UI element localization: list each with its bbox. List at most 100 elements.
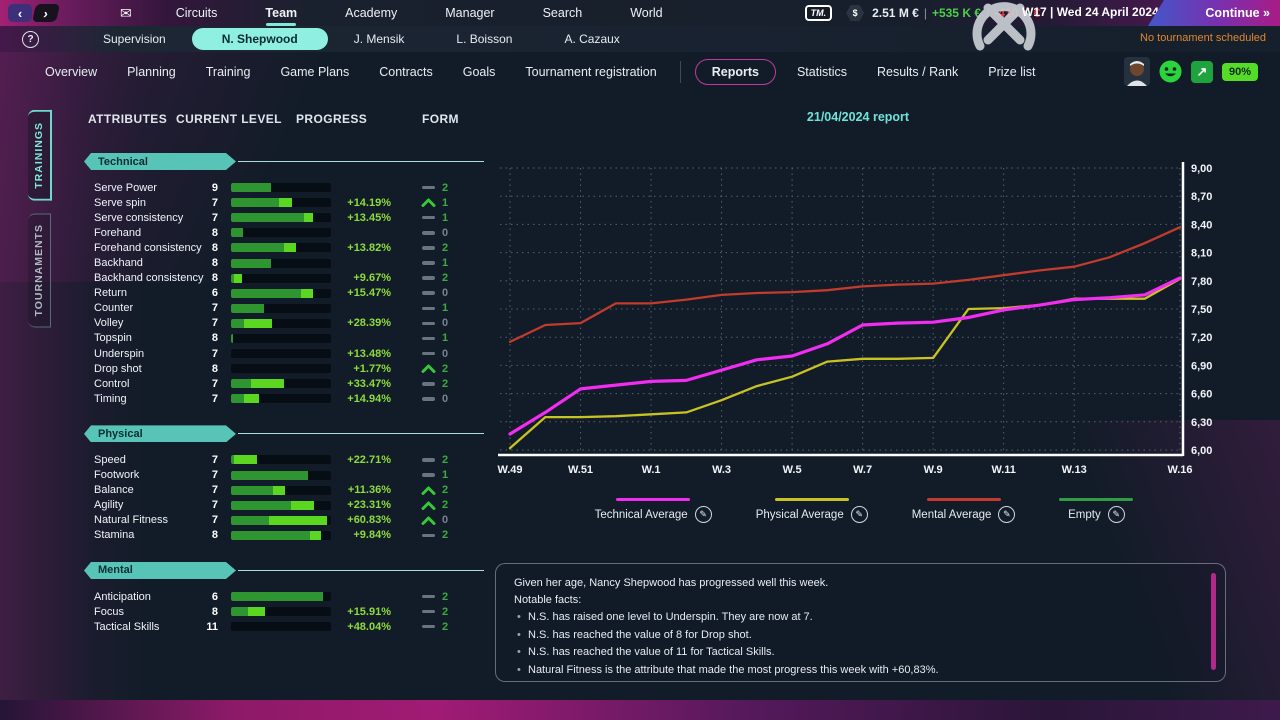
svg-text:W.1: W.1: [642, 464, 661, 476]
section-title: Mental: [84, 562, 236, 579]
attribute-level-bar: [231, 289, 331, 298]
menu-item-circuits[interactable]: Circuits: [152, 2, 242, 24]
trend-up-icon: [419, 501, 437, 510]
tab-contracts[interactable]: Contracts: [364, 59, 448, 85]
player-tab-a-cazaux[interactable]: A. Cazaux: [538, 29, 645, 49]
edit-icon[interactable]: ✎: [1108, 506, 1125, 523]
report-title: 21/04/2024 report: [488, 110, 1228, 124]
section-banner-technical: Technical: [84, 153, 484, 170]
legend-swatch: [616, 498, 690, 501]
legend-item-technical-average: Technical Average✎: [595, 498, 712, 523]
player-tabs: SupervisionN. ShepwoodJ. MensikL. Boisso…: [77, 28, 646, 50]
attribute-value: 8: [196, 529, 218, 541]
side-tab-tournaments[interactable]: TOURNAMENTS: [28, 213, 51, 327]
attribute-level-bar: [231, 394, 331, 403]
attributes-subtab-form[interactable]: FORM: [422, 112, 459, 126]
side-tab-trainings[interactable]: TRAININGS: [28, 110, 52, 201]
attributes-subtab-progress[interactable]: PROGRESS: [296, 112, 367, 126]
tab-goals[interactable]: Goals: [448, 59, 511, 85]
continue-button[interactable]: Continue »: [1148, 0, 1280, 26]
attributes-subtab-attributes[interactable]: ATTRIBUTES: [88, 112, 167, 126]
attribute-level-bar: [231, 334, 331, 343]
report-scrollbar[interactable]: [1211, 573, 1216, 670]
tab-planning[interactable]: Planning: [112, 59, 191, 85]
trend-flat-icon: [419, 291, 437, 295]
attribute-row-balance: Balance7+11.36%2: [84, 483, 484, 498]
attribute-label: Forehand: [84, 227, 196, 239]
tab-overview[interactable]: Overview: [30, 59, 112, 85]
back-button[interactable]: ‹: [8, 4, 32, 22]
tab-game-plans[interactable]: Game Plans: [265, 59, 364, 85]
mail-icon[interactable]: ✉: [120, 5, 132, 22]
help-icon[interactable]: ?: [22, 31, 39, 48]
player-tab-n-shepwood[interactable]: N. Shepwood: [192, 28, 328, 50]
edit-icon[interactable]: ✎: [851, 506, 868, 523]
legend-swatch: [1059, 498, 1133, 501]
bar-fill-gain: [234, 455, 257, 464]
trend-flat-icon: [419, 352, 437, 356]
attribute-form-count: 2: [442, 182, 458, 194]
trend-flat-icon: [419, 595, 437, 599]
bar-fill-base: [231, 607, 248, 616]
forward-button[interactable]: ›: [32, 4, 60, 22]
menu-item-team[interactable]: Team: [241, 2, 321, 24]
menu-item-academy[interactable]: Academy: [321, 2, 421, 24]
attribute-label: Drop shot: [84, 363, 196, 375]
progress-chart-svg: 9,008,708,408,107,807,507,206,906,606,30…: [488, 100, 1248, 480]
menu-item-search[interactable]: Search: [519, 2, 607, 24]
trend-flat-icon: [419, 337, 437, 341]
attribute-row-forehand-consistency: Forehand consistency8+13.82%2: [84, 240, 484, 255]
attribute-progress-pct: +60.83%: [331, 514, 391, 526]
report-subtitle: Notable facts:: [514, 594, 1195, 606]
bar-fill-base: [231, 471, 308, 480]
attribute-value: 7: [196, 469, 218, 481]
player-tab-j-mensik[interactable]: J. Mensik: [328, 29, 431, 49]
attribute-row-backhand-consistency: Backhand consistency8+9.67%2: [84, 271, 484, 286]
bar-fill-gain: [251, 379, 284, 388]
tab-training[interactable]: Training: [191, 59, 266, 85]
player-tab-supervision[interactable]: Supervision: [77, 29, 192, 49]
game-date: W17 | Wed 24 April 2024: [1022, 5, 1159, 19]
attribute-value: 7: [196, 499, 218, 511]
bar-fill-base: [231, 379, 251, 388]
menu-item-manager[interactable]: Manager: [421, 2, 518, 24]
attribute-form-count: 2: [442, 529, 458, 541]
currency-icon: $: [846, 5, 864, 21]
attribute-level-bar: [231, 501, 331, 510]
svg-text:W.16: W.16: [1167, 464, 1192, 476]
attribute-row-underspin: Underspin7+13.48%0: [84, 346, 484, 361]
menu-item-world[interactable]: World: [606, 2, 686, 24]
attributes-subtab-current-level[interactable]: CURRENT LEVEL: [176, 112, 282, 126]
svg-text:W.9: W.9: [924, 464, 943, 476]
legend-swatch: [775, 498, 849, 501]
svg-text:9,00: 9,00: [1191, 163, 1212, 175]
tab-statistics[interactable]: Statistics: [782, 59, 862, 85]
tab-prize-list[interactable]: Prize list: [973, 59, 1050, 85]
bar-fill-gain: [291, 501, 314, 510]
series-technical-average: [510, 278, 1180, 434]
balance-value: 2.51 M €: [872, 6, 919, 20]
trend-flat-icon: [419, 397, 437, 401]
series-physical-average: [510, 279, 1180, 448]
player-tab-l-boisson[interactable]: L. Boisson: [430, 29, 538, 49]
attribute-row-speed: Speed7+22.71%2: [84, 452, 484, 467]
attribute-label: Serve spin: [84, 197, 196, 209]
attribute-progress-pct: +15.91%: [331, 606, 391, 618]
tab-tournament-registration[interactable]: Tournament registration: [510, 59, 671, 85]
legend-row: Empty✎: [1068, 506, 1125, 523]
attribute-progress-pct: +13.45%: [331, 212, 391, 224]
tab-reports[interactable]: Reports: [695, 59, 776, 85]
attribute-level-bar: [231, 213, 331, 222]
trend-flat-icon: [419, 458, 437, 462]
tab-results-rank[interactable]: Results / Rank: [862, 59, 973, 85]
svg-text:W.11: W.11: [991, 464, 1015, 476]
attribute-label: Forehand consistency: [84, 242, 196, 254]
attribute-level-bar: [231, 364, 331, 373]
tm-logo: TM.: [805, 5, 833, 21]
tournament-notice: No tournament scheduled: [1140, 32, 1266, 44]
attribute-progress-pct: +15.47%: [331, 287, 391, 299]
legend-row: Mental Average✎: [912, 506, 1016, 523]
edit-icon[interactable]: ✎: [998, 506, 1015, 523]
attribute-progress-pct: +28.39%: [331, 317, 391, 329]
edit-icon[interactable]: ✎: [695, 506, 712, 523]
